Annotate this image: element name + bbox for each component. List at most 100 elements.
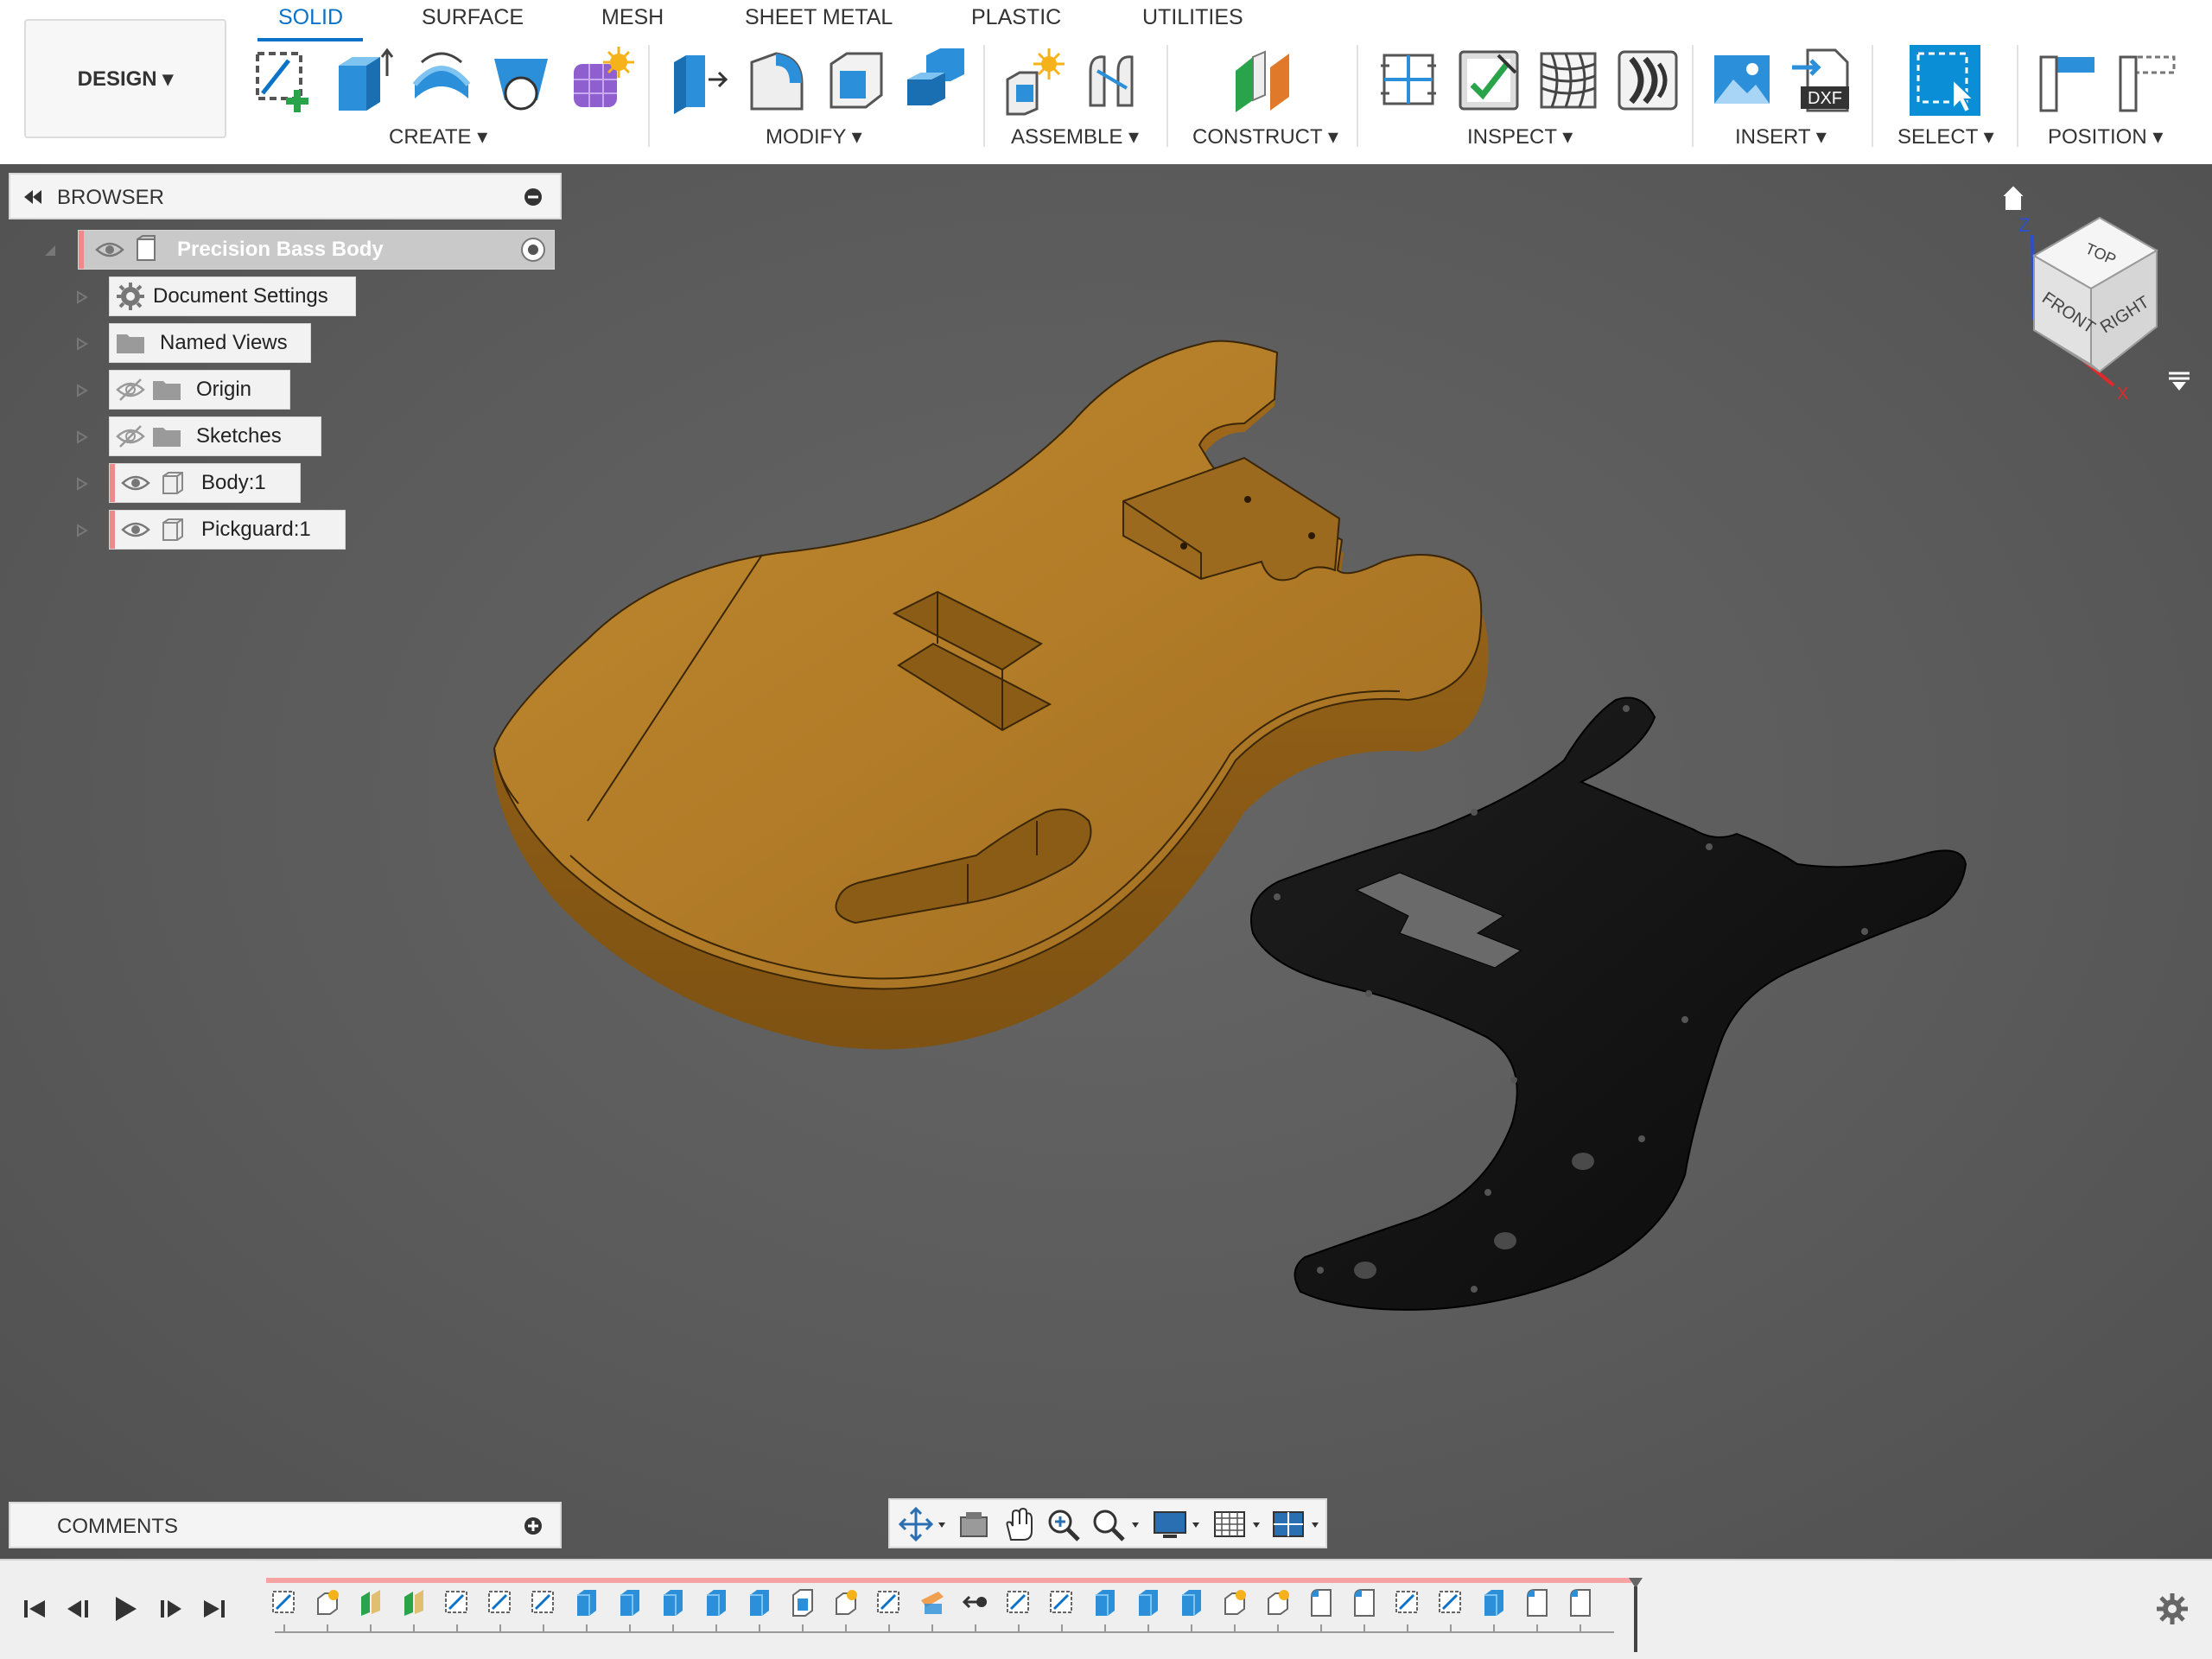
shell-icon[interactable] xyxy=(821,45,892,116)
create-sketch-icon[interactable] xyxy=(247,45,318,116)
workspace-switcher-button[interactable]: DESIGN ▾ xyxy=(24,19,226,138)
inspect-menu[interactable]: INSPECT ▾ xyxy=(1467,124,1573,149)
eye-icon[interactable] xyxy=(120,467,151,499)
timeline-feature-combine-icon[interactable] xyxy=(918,1586,947,1619)
expand-triangle-icon[interactable] xyxy=(73,382,90,399)
timeline-feature-fillet-icon[interactable] xyxy=(1566,1586,1595,1619)
modify-menu[interactable]: MODIFY ▾ xyxy=(766,124,862,149)
select-menu[interactable]: SELECT ▾ xyxy=(1897,124,1994,149)
timeline-feature-fillet-icon[interactable] xyxy=(1350,1586,1379,1619)
timeline-feature-sketch-icon[interactable] xyxy=(442,1586,472,1619)
revert-position-icon[interactable] xyxy=(2112,45,2183,116)
timeline-feature-extrude-icon[interactable] xyxy=(702,1586,731,1619)
collapse-triangle-icon[interactable] xyxy=(41,242,59,259)
hidden-eye-icon[interactable] xyxy=(115,374,146,405)
timeline-feature-sketch-icon[interactable] xyxy=(270,1586,299,1619)
timeline-track[interactable] xyxy=(266,1578,1631,1583)
timeline-feature-plane-icon[interactable] xyxy=(399,1586,429,1619)
combine-icon[interactable] xyxy=(900,45,971,116)
viewports-icon[interactable] xyxy=(1270,1507,1322,1541)
tab-utilities[interactable]: UTILITIES xyxy=(1142,5,1243,30)
timeline-feature-form-icon[interactable] xyxy=(1220,1586,1249,1619)
expand-triangle-icon[interactable] xyxy=(73,475,90,493)
expand-triangle-icon[interactable] xyxy=(73,289,90,306)
add-comment-icon[interactable] xyxy=(524,1516,543,1535)
capture-position-icon[interactable] xyxy=(2032,45,2103,116)
expand-triangle-icon[interactable] xyxy=(73,429,90,446)
comments-panel[interactable]: COMMENTS xyxy=(9,1502,562,1548)
fillet-icon[interactable] xyxy=(741,45,812,116)
timeline-feature-extrude-icon[interactable] xyxy=(1090,1586,1120,1619)
timeline-feature-sketch-icon[interactable] xyxy=(529,1586,558,1619)
timeline-feature-extrude-icon[interactable] xyxy=(658,1586,688,1619)
orbit-icon[interactable] xyxy=(899,1507,949,1541)
fit-zoom-icon[interactable] xyxy=(1090,1507,1142,1541)
look-at-icon[interactable] xyxy=(956,1507,992,1541)
browser-item-pickguard-1[interactable]: Pickguard:1 xyxy=(109,510,346,550)
play-icon[interactable] xyxy=(109,1593,140,1624)
timeline-feature-fillet-icon[interactable] xyxy=(1306,1586,1336,1619)
browser-item-sketches[interactable]: Sketches xyxy=(109,416,321,456)
step-forward-icon[interactable] xyxy=(154,1593,185,1624)
3d-viewport[interactable] xyxy=(0,164,2212,1559)
tab-solid[interactable]: SOLID xyxy=(278,5,343,30)
timeline-feature-plane-icon[interactable] xyxy=(356,1586,385,1619)
measure-icon[interactable] xyxy=(1374,45,1445,116)
insert-image-icon[interactable] xyxy=(1707,45,1778,116)
curvature-icon[interactable] xyxy=(1612,45,1683,116)
timeline-marker[interactable] xyxy=(1627,1578,1644,1652)
construct-menu[interactable]: CONSTRUCT ▾ xyxy=(1192,124,1338,149)
timeline-feature-sketch-icon[interactable] xyxy=(1436,1586,1465,1619)
eye-icon[interactable] xyxy=(120,514,151,545)
root-label[interactable]: Precision Bass Body xyxy=(162,238,512,262)
tab-surface[interactable]: SURFACE xyxy=(422,5,524,30)
interference-icon[interactable] xyxy=(1453,45,1524,116)
viewcube[interactable]: Z X TOP FRONT RIGHT xyxy=(1987,173,2195,406)
minimize-icon[interactable] xyxy=(524,188,543,207)
timeline-feature-move-icon[interactable] xyxy=(961,1586,990,1619)
pan-hand-icon[interactable] xyxy=(1001,1507,1037,1541)
timeline-feature-extrude-icon[interactable] xyxy=(745,1586,774,1619)
hole-icon[interactable] xyxy=(486,45,556,116)
hidden-eye-icon[interactable] xyxy=(115,421,146,452)
expand-triangle-icon[interactable] xyxy=(73,335,90,353)
timeline-feature-sketch-icon[interactable] xyxy=(1393,1586,1422,1619)
timeline-settings-gear-icon[interactable] xyxy=(2155,1592,2190,1626)
joint-icon[interactable] xyxy=(1078,45,1149,116)
display-settings-icon[interactable] xyxy=(1151,1507,1203,1541)
tab-plastic[interactable]: PLASTIC xyxy=(971,5,1061,30)
zoom-icon[interactable] xyxy=(1046,1507,1082,1541)
timeline-feature-form-icon[interactable] xyxy=(1263,1586,1293,1619)
collapse-arrows-icon[interactable] xyxy=(21,185,45,209)
timeline-feature-form-icon[interactable] xyxy=(831,1586,861,1619)
go-to-start-icon[interactable] xyxy=(19,1593,50,1624)
browser-item-document-settings[interactable]: Document Settings xyxy=(109,276,356,316)
form-icon[interactable] xyxy=(565,45,636,116)
timeline-feature-form-icon[interactable] xyxy=(313,1586,342,1619)
zebra-analysis-icon[interactable] xyxy=(1533,45,1604,116)
timeline-feature-sketch-icon[interactable] xyxy=(1047,1586,1077,1619)
eye-icon[interactable] xyxy=(94,234,125,265)
timeline-feature-extrude-icon[interactable] xyxy=(1479,1586,1509,1619)
timeline-feature-sketch-icon[interactable] xyxy=(1004,1586,1033,1619)
pickguard[interactable] xyxy=(1250,696,1967,1311)
tab-sheet-metal[interactable]: SHEET METAL xyxy=(745,5,893,30)
browser-item-origin[interactable]: Origin xyxy=(109,370,290,410)
timeline-feature-extrude-icon[interactable] xyxy=(615,1586,645,1619)
viewcube-menu-icon[interactable] xyxy=(2169,372,2190,391)
grid-settings-icon[interactable] xyxy=(1211,1507,1263,1541)
activate-radio-icon[interactable] xyxy=(518,234,549,265)
create-menu[interactable]: CREATE ▾ xyxy=(389,124,487,149)
browser-item-body-1[interactable]: Body:1 xyxy=(109,463,301,503)
timeline-feature-sketch-icon[interactable] xyxy=(874,1586,904,1619)
assemble-menu[interactable]: ASSEMBLE ▾ xyxy=(1011,124,1139,149)
position-menu[interactable]: POSITION ▾ xyxy=(2048,124,2163,149)
go-to-end-icon[interactable] xyxy=(199,1593,230,1624)
timeline-feature-shell-icon[interactable] xyxy=(788,1586,817,1619)
browser-panel-header[interactable]: BROWSER xyxy=(9,173,562,219)
timeline-feature-extrude-icon[interactable] xyxy=(572,1586,601,1619)
tab-mesh[interactable]: MESH xyxy=(601,5,664,30)
press-pull-icon[interactable] xyxy=(662,45,733,116)
timeline-feature-fillet-icon[interactable] xyxy=(1522,1586,1552,1619)
home-icon[interactable] xyxy=(1999,183,2028,212)
